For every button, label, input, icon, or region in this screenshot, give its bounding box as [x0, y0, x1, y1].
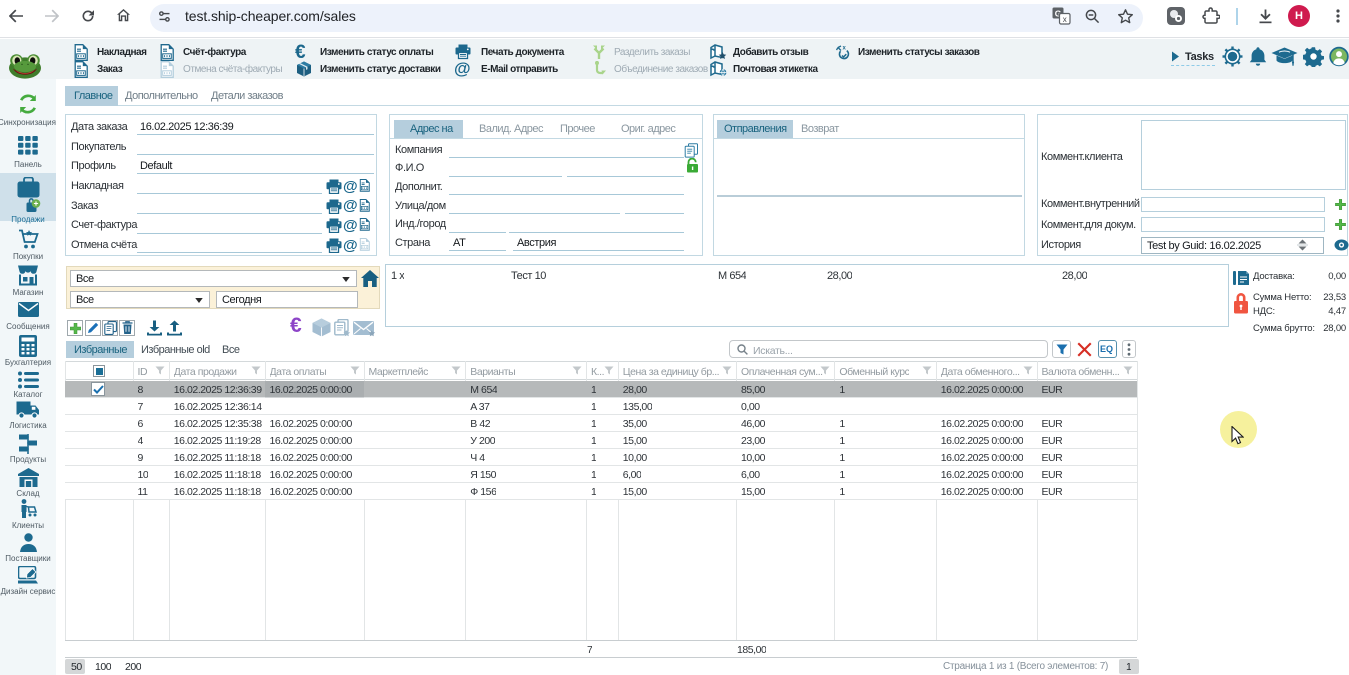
svg-text:x: x: [843, 46, 847, 52]
svg-text:х: х: [1063, 15, 1067, 24]
